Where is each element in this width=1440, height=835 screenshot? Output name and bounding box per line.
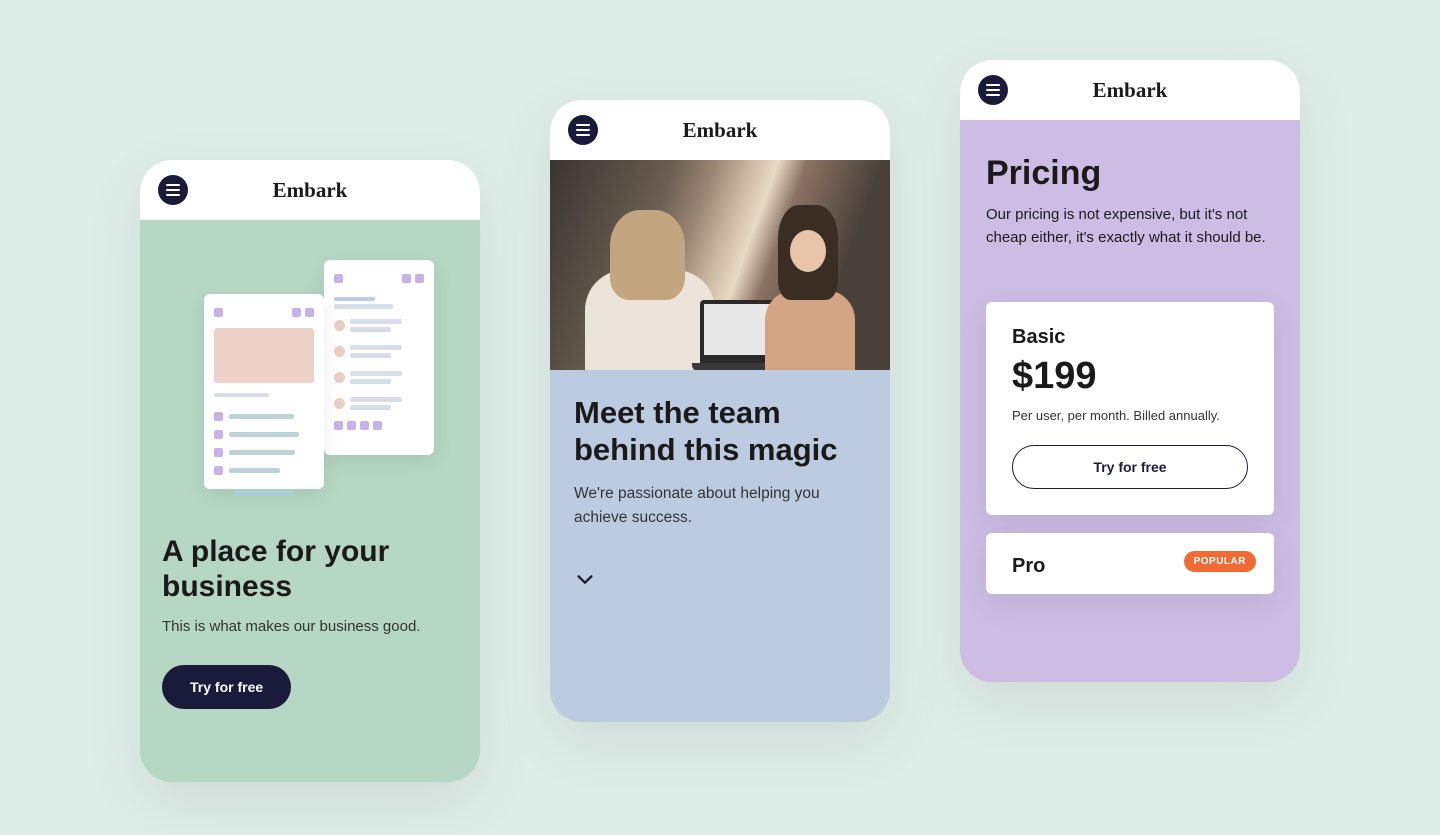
team-subhead: We're passionate about helping you achie… (574, 482, 866, 529)
try-free-button[interactable]: Try for free (162, 665, 291, 709)
try-free-button[interactable]: Try for free (1012, 445, 1248, 489)
team-headline: Meet the team behind this magic (574, 394, 866, 468)
plan-name: Basic (1012, 326, 1248, 349)
brand-logo: Embark (683, 118, 758, 143)
mobile-screen-team: Embark Meet the team behind this magic W… (550, 100, 890, 722)
app-header: Embark (550, 100, 890, 160)
screen-body: Meet the team behind this magic We're pa… (550, 370, 890, 620)
app-header: Embark (960, 60, 1300, 120)
menu-icon[interactable] (978, 75, 1008, 105)
hero-illustration (162, 250, 458, 515)
chevron-down-icon (574, 569, 596, 591)
mock-card-front (204, 294, 324, 489)
plan-card-pro: POPULAR Pro (986, 533, 1274, 594)
popular-badge: POPULAR (1184, 551, 1256, 572)
plan-note: Per user, per month. Billed annually. (1012, 408, 1248, 423)
app-header: Embark (140, 160, 480, 220)
plan-card-basic: Basic $199 Per user, per month. Billed a… (986, 302, 1274, 515)
plan-price: $199 (1012, 355, 1248, 398)
hero-headline: A place for your business (162, 535, 458, 604)
team-photo (550, 160, 890, 370)
screen-body: A place for your business This is what m… (140, 220, 480, 739)
mobile-screen-pricing: Embark Pricing Our pricing is not expens… (960, 60, 1300, 682)
menu-icon[interactable] (568, 115, 598, 145)
brand-logo: Embark (1093, 78, 1168, 103)
mock-card-back (324, 260, 434, 455)
scroll-down-button[interactable] (574, 569, 866, 596)
menu-icon[interactable] (158, 175, 188, 205)
brand-logo: Embark (273, 178, 348, 203)
mobile-screen-home: Embark (140, 160, 480, 782)
screen-body: Pricing Our pricing is not expensive, bu… (960, 120, 1300, 594)
pricing-subhead: Our pricing is not expensive, but it's n… (986, 203, 1274, 250)
pricing-title: Pricing (986, 154, 1274, 193)
hero-subhead: This is what makes our business good. (162, 618, 458, 635)
